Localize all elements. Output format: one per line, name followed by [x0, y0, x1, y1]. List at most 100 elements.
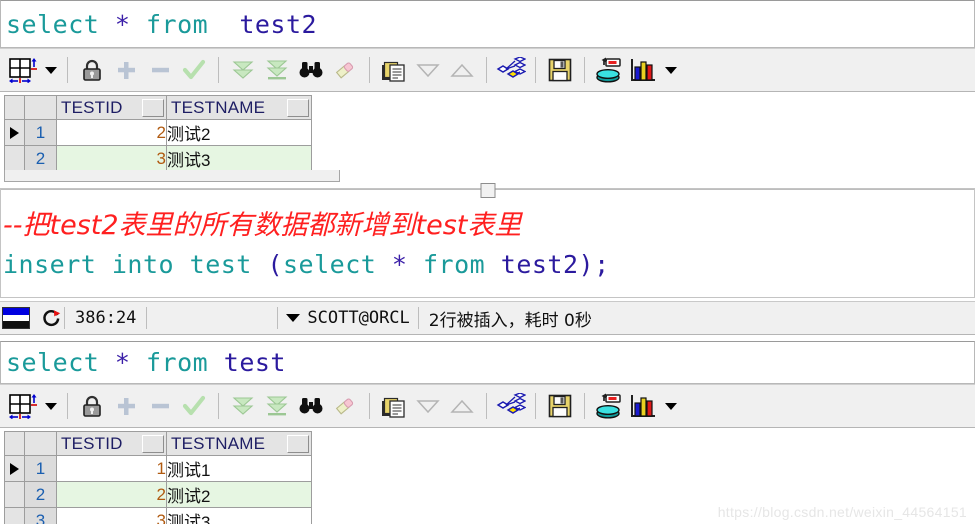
row-marker-cell[interactable]: [4, 481, 25, 508]
toolbar-separator: [486, 57, 487, 83]
sort-descending-icon[interactable]: [411, 389, 445, 423]
table-row[interactable]: 3 3 测试3: [4, 507, 312, 524]
toolbar-separator: [218, 393, 219, 419]
table-row[interactable]: 2 2 测试2: [4, 481, 312, 508]
sort-ascending-icon[interactable]: [445, 53, 479, 87]
sql-editor-bottom[interactable]: select * from test: [0, 341, 975, 384]
grid-layout-icon[interactable]: [6, 389, 40, 423]
toolbar-separator: [369, 57, 370, 83]
sql-editor-top[interactable]: select * from test2: [0, 0, 975, 48]
sql-token: insert: [3, 250, 97, 279]
status-bar: 386:24 SCOTT@ORCL 2行被插入，耗时 0秒: [0, 301, 975, 335]
sql-token: into: [111, 250, 175, 279]
table-row[interactable]: 1 1 测试1: [4, 455, 312, 482]
binoculars-icon[interactable]: [294, 389, 328, 423]
flag-icon: [2, 307, 30, 329]
check-icon[interactable]: [177, 53, 211, 87]
chevron-down-icon[interactable]: [40, 53, 60, 87]
plus-icon[interactable]: [109, 53, 143, 87]
sort-descending-icon[interactable]: [411, 53, 445, 87]
fetch-next-icon[interactable]: [226, 389, 260, 423]
binoculars-icon[interactable]: [294, 53, 328, 87]
table-row[interactable]: 1 2 测试2: [4, 119, 312, 146]
current-row-icon: [10, 462, 19, 475]
result-grid-bottom[interactable]: TESTID TESTNAME 1 1 测试1 2 2 测试2 3 3 测试3: [4, 431, 312, 524]
check-icon[interactable]: [177, 389, 211, 423]
cell-testname[interactable]: 测试1: [166, 455, 312, 482]
plus-icon[interactable]: [109, 389, 143, 423]
chart-icon[interactable]: [626, 389, 660, 423]
minus-icon[interactable]: [143, 389, 177, 423]
row-marker-cell[interactable]: [4, 119, 25, 146]
data-flow-icon[interactable]: [494, 389, 528, 423]
database-icon[interactable]: [592, 53, 626, 87]
cell-testname[interactable]: 测试3: [166, 507, 312, 524]
row-marker-cell[interactable]: [4, 507, 25, 524]
plsql-developer-window: select * from test2 TESTID TESTNAME 1 2 测试2 2…: [0, 0, 975, 524]
column-sort-button[interactable]: [142, 434, 164, 453]
panel-resize-handle[interactable]: [480, 183, 495, 198]
copy-records-icon[interactable]: [377, 53, 411, 87]
grid-column-header-testid[interactable]: TESTID: [56, 95, 167, 120]
result-message: 2行被插入，耗时 0秒: [428, 310, 592, 331]
data-flow-icon[interactable]: [494, 53, 528, 87]
fetch-next-icon[interactable]: [226, 53, 260, 87]
column-header-label: TESTNAME: [171, 433, 266, 453]
cell-testname[interactable]: 测试2: [166, 481, 312, 508]
cell-testid[interactable]: 3: [56, 145, 167, 172]
copy-records-icon[interactable]: [377, 389, 411, 423]
lock-icon[interactable]: [75, 53, 109, 87]
database-icon[interactable]: [592, 389, 626, 423]
row-number-cell: 1: [24, 119, 57, 146]
chevron-down-icon[interactable]: [40, 389, 60, 423]
sql-token: test: [223, 348, 286, 377]
grid-column-header-testid[interactable]: TESTID: [56, 431, 167, 456]
result-grid-top[interactable]: TESTID TESTNAME 1 2 测试2 2 3 测试3: [4, 95, 312, 172]
save-icon[interactable]: [543, 53, 577, 87]
toolbar-separator: [67, 393, 68, 419]
eraser-icon[interactable]: [328, 389, 362, 423]
grid-layout-icon[interactable]: [6, 53, 40, 87]
sort-ascending-icon[interactable]: [445, 389, 479, 423]
column-sort-button[interactable]: [142, 98, 164, 117]
row-marker-cell[interactable]: [4, 455, 25, 482]
cell-testname[interactable]: 测试2: [166, 119, 312, 146]
column-sort-button[interactable]: [287, 434, 309, 453]
chevron-down-icon[interactable]: [660, 389, 680, 423]
minus-icon[interactable]: [143, 53, 177, 87]
toolbar-separator: [584, 393, 585, 419]
eraser-icon[interactable]: [328, 53, 362, 87]
cell-testid[interactable]: 2: [56, 119, 167, 146]
grid-rownum-header: [24, 95, 57, 120]
cell-testid[interactable]: 1: [56, 455, 167, 482]
chevron-down-icon[interactable]: [660, 53, 680, 87]
sql-token: select: [6, 9, 100, 39]
result-toolbar-top: [0, 48, 975, 92]
sql-token: test2: [500, 250, 579, 279]
save-icon[interactable]: [543, 389, 577, 423]
sql-code-panel[interactable]: --把test2表里的所有数据都新增到test表里 insert into te…: [0, 183, 975, 298]
row-number-cell: 2: [24, 145, 57, 172]
row-number-cell: 3: [24, 507, 57, 524]
connection-label: SCOTT@ORCL: [307, 308, 410, 328]
sql-token: *: [114, 348, 131, 377]
column-sort-button[interactable]: [287, 98, 309, 117]
grid-column-header-testname[interactable]: TESTNAME: [166, 431, 312, 456]
lock-icon[interactable]: [75, 389, 109, 423]
fetch-all-icon[interactable]: [260, 389, 294, 423]
chart-icon[interactable]: [626, 53, 660, 87]
sql-comment-line: --把test2表里的所有数据都新增到test表里: [3, 210, 522, 241]
cell-testid[interactable]: 3: [56, 507, 167, 524]
table-row[interactable]: 2 3 测试3: [4, 145, 312, 172]
refresh-icon[interactable]: [38, 309, 64, 328]
cell-testid[interactable]: 2: [56, 481, 167, 508]
connection-selector[interactable]: SCOTT@ORCL: [278, 308, 417, 328]
grid-column-header-testname[interactable]: TESTNAME: [166, 95, 312, 120]
fetch-all-icon[interactable]: [260, 53, 294, 87]
cell-testname[interactable]: 测试3: [166, 145, 312, 172]
row-marker-cell[interactable]: [4, 145, 25, 172]
